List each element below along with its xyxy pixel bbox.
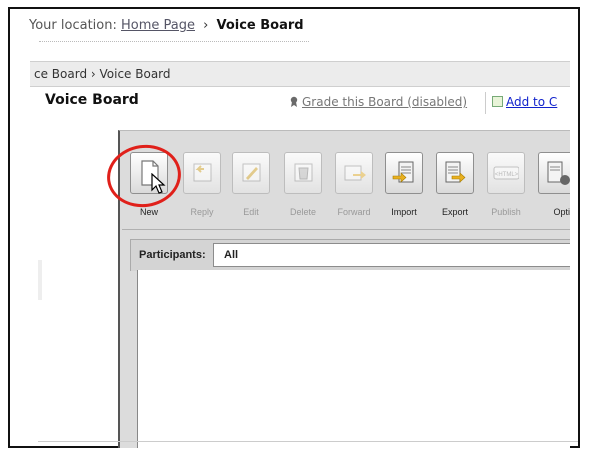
forward-label: Forward: [337, 207, 371, 217]
forward-button[interactable]: [335, 152, 373, 194]
page-edge: [38, 260, 42, 300]
delete-label: Delete: [289, 207, 316, 217]
delete-icon: [294, 163, 313, 182]
new-label: New: [139, 207, 158, 217]
toolbar-divider: [122, 229, 570, 230]
reply-button[interactable]: [183, 152, 221, 194]
participants-label: Participants:: [139, 249, 206, 261]
export-label: Export: [441, 207, 468, 217]
mouse-cursor-icon: [151, 173, 166, 194]
options-icon: [547, 161, 570, 185]
participants-select[interactable]: All: [213, 243, 570, 267]
location-bar: Your location: Home Page › Voice Board: [29, 18, 304, 33]
html-publish-icon: <HTML>: [493, 166, 519, 180]
page-title: Voice Board: [45, 92, 139, 108]
message-list[interactable]: [137, 270, 570, 448]
location-separator: ›: [203, 18, 209, 33]
add-to-label: Add to C: [506, 95, 558, 109]
forward-icon: [344, 165, 366, 181]
breadcrumb: ce Board › Voice Board: [30, 61, 570, 87]
reply-icon: [193, 163, 212, 182]
import-label: Import: [391, 207, 417, 217]
add-to-link[interactable]: Add to C: [492, 95, 557, 109]
breadcrumb-text[interactable]: ce Board › Voice Board: [34, 67, 171, 81]
delete-button[interactable]: [284, 152, 322, 194]
publish-button[interactable]: <HTML>: [487, 152, 525, 194]
edit-button[interactable]: [232, 152, 270, 194]
export-icon: [445, 161, 466, 183]
edit-icon: [242, 163, 261, 182]
location-current: Voice Board: [216, 18, 304, 33]
import-icon: [392, 161, 414, 183]
add-to-icon: [492, 96, 503, 107]
reply-label: Reply: [190, 207, 214, 217]
grade-board-link[interactable]: Grade this Board (disabled): [289, 95, 467, 109]
grade-board-label: Grade this Board (disabled): [302, 95, 468, 109]
import-button[interactable]: [385, 152, 423, 194]
options-label: Opti: [553, 207, 570, 217]
bottom-divider: [38, 441, 578, 442]
grade-ribbon-icon: [290, 96, 298, 107]
location-prefix: Your location:: [29, 18, 117, 33]
location-divider: [39, 41, 309, 43]
options-button[interactable]: [538, 152, 570, 194]
svg-text:<HTML>: <HTML>: [495, 172, 519, 178]
header-divider: [485, 92, 486, 114]
publish-label: Publish: [491, 207, 521, 217]
export-button[interactable]: [436, 152, 474, 194]
home-page-link[interactable]: Home Page: [121, 18, 195, 33]
edit-label: Edit: [243, 207, 259, 217]
